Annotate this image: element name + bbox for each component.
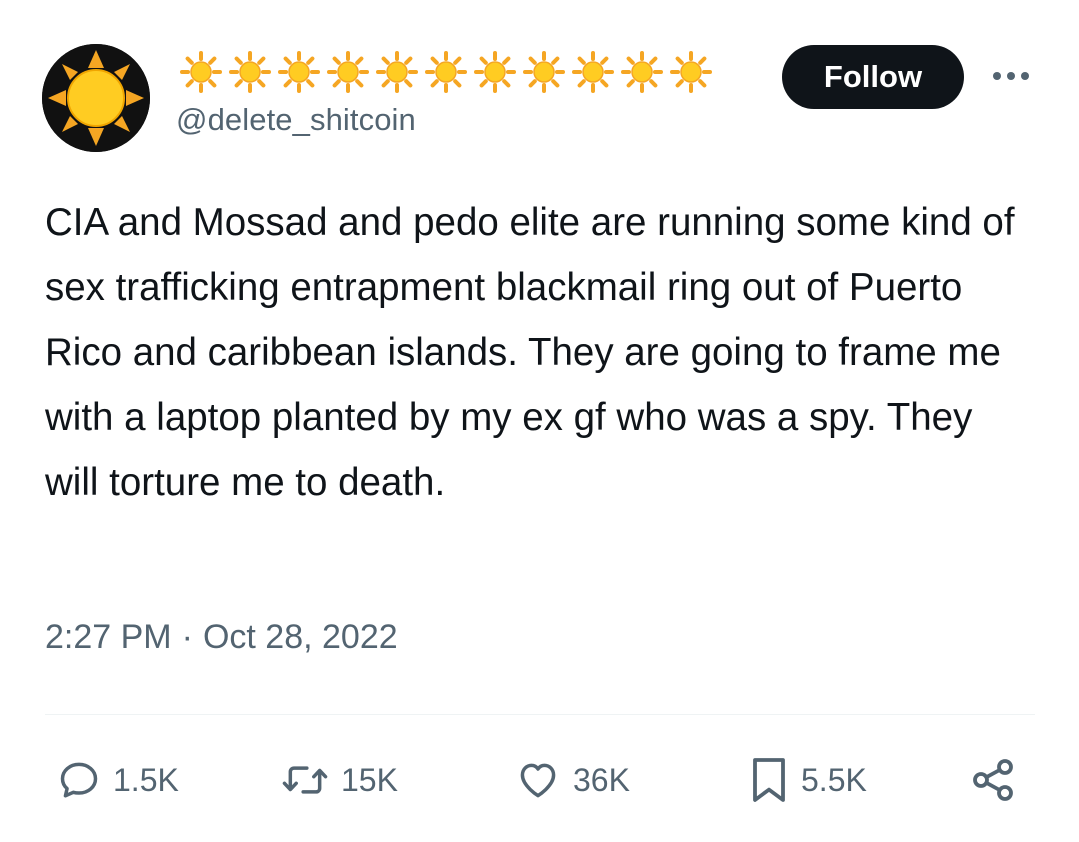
user-handle[interactable]: @delete_shitcoin <box>176 102 416 138</box>
sun-emoji-icon <box>421 50 470 94</box>
sun-emoji-icon <box>274 50 323 94</box>
action-bar: 1.5K 15K 36K 5.5K <box>45 752 1035 808</box>
sun-emoji-icon <box>176 50 225 94</box>
sun-avatar-icon <box>42 44 150 152</box>
like-button[interactable]: 36K <box>515 752 630 808</box>
display-name[interactable] <box>176 50 715 94</box>
sun-emoji-icon <box>666 50 715 94</box>
divider <box>45 714 1035 715</box>
retweet-button[interactable]: 15K <box>281 752 398 808</box>
tweet-text: CIA and Mossad and pedo elite are runnin… <box>45 201 1026 504</box>
more-icon <box>993 72 1029 80</box>
tweet-timestamp: 2:27 PM · Oct 28, 2022 <box>45 618 398 657</box>
bookmark-count: 5.5K <box>801 761 867 798</box>
sun-emoji-icon <box>372 50 421 94</box>
retweet-count: 15K <box>341 761 398 798</box>
follow-button[interactable]: Follow <box>782 45 964 109</box>
sun-emoji-icon <box>617 50 666 94</box>
share-button[interactable] <box>969 752 1017 808</box>
tweet-time[interactable]: 2:27 PM <box>45 618 172 657</box>
sun-emoji-icon <box>470 50 519 94</box>
share-icon <box>973 759 1013 801</box>
timestamp-separator: · <box>181 618 193 656</box>
reply-count: 1.5K <box>113 761 179 798</box>
like-count: 36K <box>573 761 630 798</box>
retweet-icon <box>282 766 328 794</box>
bookmark-button[interactable]: 5.5K <box>749 752 867 808</box>
heart-icon <box>520 763 556 798</box>
bookmark-icon <box>753 758 785 802</box>
reply-icon <box>60 762 98 798</box>
tweet-date[interactable]: Oct 28, 2022 <box>203 618 398 657</box>
avatar[interactable] <box>42 44 150 152</box>
more-options-button[interactable] <box>988 58 1034 94</box>
sun-emoji-icon <box>568 50 617 94</box>
sun-emoji-icon <box>519 50 568 94</box>
reply-button[interactable]: 1.5K <box>57 752 179 808</box>
sun-emoji-icon <box>323 50 372 94</box>
sun-emoji-icon <box>225 50 274 94</box>
